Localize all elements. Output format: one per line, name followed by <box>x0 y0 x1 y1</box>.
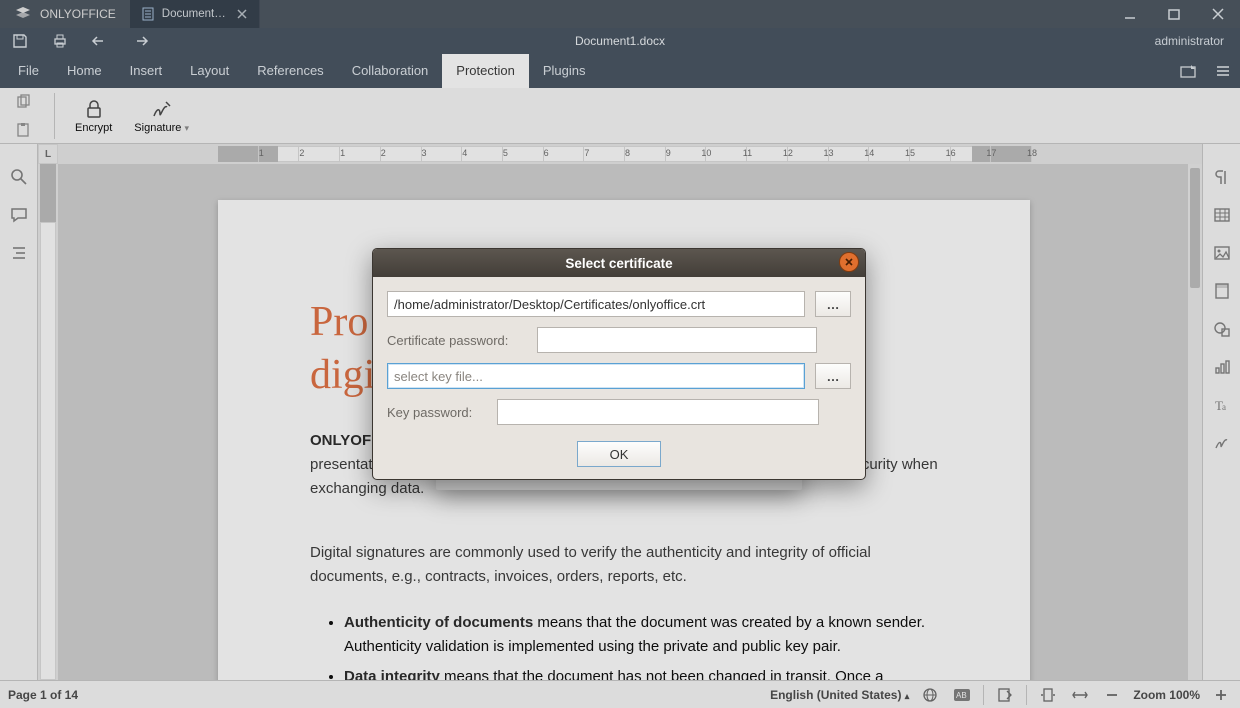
page-indicator[interactable]: Page 1 of 14 <box>8 688 78 702</box>
find-icon[interactable] <box>10 168 28 186</box>
brand[interactable]: ONLYOFFICE <box>0 0 130 28</box>
image-panel-icon[interactable] <box>1213 244 1231 262</box>
doc-paragraph-2: Digital signatures are commonly used to … <box>310 541 938 589</box>
menu-layout[interactable]: Layout <box>176 54 243 88</box>
comments-icon[interactable] <box>10 206 28 224</box>
view-settings-button[interactable] <box>1206 54 1240 88</box>
zoom-label[interactable]: Zoom 100% <box>1133 688 1200 702</box>
chart-panel-icon[interactable] <box>1213 358 1231 376</box>
encrypt-button[interactable]: Encrypt <box>67 88 120 144</box>
doc-list: Authenticity of documents means that the… <box>310 611 938 680</box>
tab-close-icon[interactable] <box>237 9 247 19</box>
user-label[interactable]: administrator <box>1139 34 1240 48</box>
copy-button[interactable] <box>10 91 36 113</box>
window-maximize-button[interactable] <box>1152 0 1196 28</box>
menu-file[interactable]: File <box>4 54 53 88</box>
textart-panel-icon[interactable]: Ta <box>1213 396 1231 414</box>
print-button[interactable] <box>40 28 80 54</box>
ok-button[interactable]: OK <box>577 441 661 467</box>
chevron-down-icon: ▾ <box>184 123 189 133</box>
menu-home[interactable]: Home <box>53 54 116 88</box>
vertical-scrollbar[interactable] <box>1188 164 1202 680</box>
svg-text:a: a <box>1222 402 1226 412</box>
menu-protection[interactable]: Protection <box>442 54 529 88</box>
menu-plugins[interactable]: Plugins <box>529 54 600 88</box>
table-panel-icon[interactable] <box>1213 206 1231 224</box>
redo-button[interactable] <box>120 28 160 54</box>
spellcheck-globe-icon[interactable] <box>919 685 941 705</box>
menu-insert[interactable]: Insert <box>116 54 177 88</box>
key-browse-button[interactable]: … <box>815 363 851 389</box>
signature-panel-icon[interactable] <box>1213 434 1231 452</box>
doc-icon <box>142 7 154 21</box>
signature-label: Signature ▾ <box>134 122 189 134</box>
dialog-titlebar[interactable]: Select certificate <box>373 249 865 277</box>
chevron-up-icon: ▴ <box>905 691 910 701</box>
dialog-close-button[interactable] <box>839 252 859 272</box>
open-location-button[interactable] <box>1172 54 1206 88</box>
ribbon: Encrypt Signature ▾ <box>0 88 1240 144</box>
paragraph-panel-icon[interactable] <box>1213 168 1231 186</box>
dialog-title: Select certificate <box>565 256 672 271</box>
key-file-input[interactable] <box>387 363 805 389</box>
svg-text:AB: AB <box>956 691 967 700</box>
fit-page-icon[interactable] <box>1037 685 1059 705</box>
save-button[interactable] <box>0 28 40 54</box>
spellcheck-abc-icon[interactable]: AB <box>951 685 973 705</box>
track-changes-icon[interactable] <box>994 685 1016 705</box>
key-password-input[interactable] <box>497 399 819 425</box>
brand-logo-icon <box>14 5 32 23</box>
horizontal-ruler[interactable]: 12123456789101112131415161718 <box>58 144 1202 164</box>
brand-label: ONLYOFFICE <box>40 7 116 21</box>
language-selector[interactable]: English (United States) ▴ <box>770 688 909 702</box>
certificate-path-input[interactable] <box>387 291 805 317</box>
menu-collaboration[interactable]: Collaboration <box>338 54 443 88</box>
window-minimize-button[interactable] <box>1108 0 1152 28</box>
certificate-password-input[interactable] <box>537 327 817 353</box>
signature-icon <box>151 98 173 120</box>
select-certificate-dialog: Select certificate … Certificate passwor… <box>372 248 866 480</box>
undo-button[interactable] <box>80 28 120 54</box>
menu-references[interactable]: References <box>243 54 337 88</box>
fit-width-icon[interactable] <box>1069 685 1091 705</box>
cert-password-label: Certificate password: <box>387 333 527 348</box>
document-tab[interactable]: Document1.d… <box>130 0 260 28</box>
paste-button[interactable] <box>10 119 36 141</box>
encrypt-label: Encrypt <box>75 122 112 134</box>
list-item: Data integrity means that the document h… <box>344 665 938 680</box>
tab-stop-selector[interactable]: L <box>38 144 58 164</box>
lock-icon <box>83 98 105 120</box>
list-item: Authenticity of documents means that the… <box>344 611 938 659</box>
zoom-out-button[interactable] <box>1101 685 1123 705</box>
document-tab-label: Document1.d… <box>162 8 229 20</box>
header-panel-icon[interactable] <box>1213 282 1231 300</box>
shape-panel-icon[interactable] <box>1213 320 1231 338</box>
menubar: File Home Insert Layout References Colla… <box>0 54 1240 88</box>
window-close-button[interactable] <box>1196 0 1240 28</box>
zoom-in-button[interactable] <box>1210 685 1232 705</box>
status-bar: Page 1 of 14 English (United States) ▴ A… <box>0 680 1240 708</box>
outline-icon[interactable] <box>10 244 28 262</box>
key-password-label: Key password: <box>387 405 487 420</box>
certificate-browse-button[interactable]: … <box>815 291 851 317</box>
signature-button[interactable]: Signature ▾ <box>126 88 197 144</box>
scroll-thumb[interactable] <box>1190 168 1200 288</box>
vertical-ruler[interactable] <box>38 164 58 680</box>
